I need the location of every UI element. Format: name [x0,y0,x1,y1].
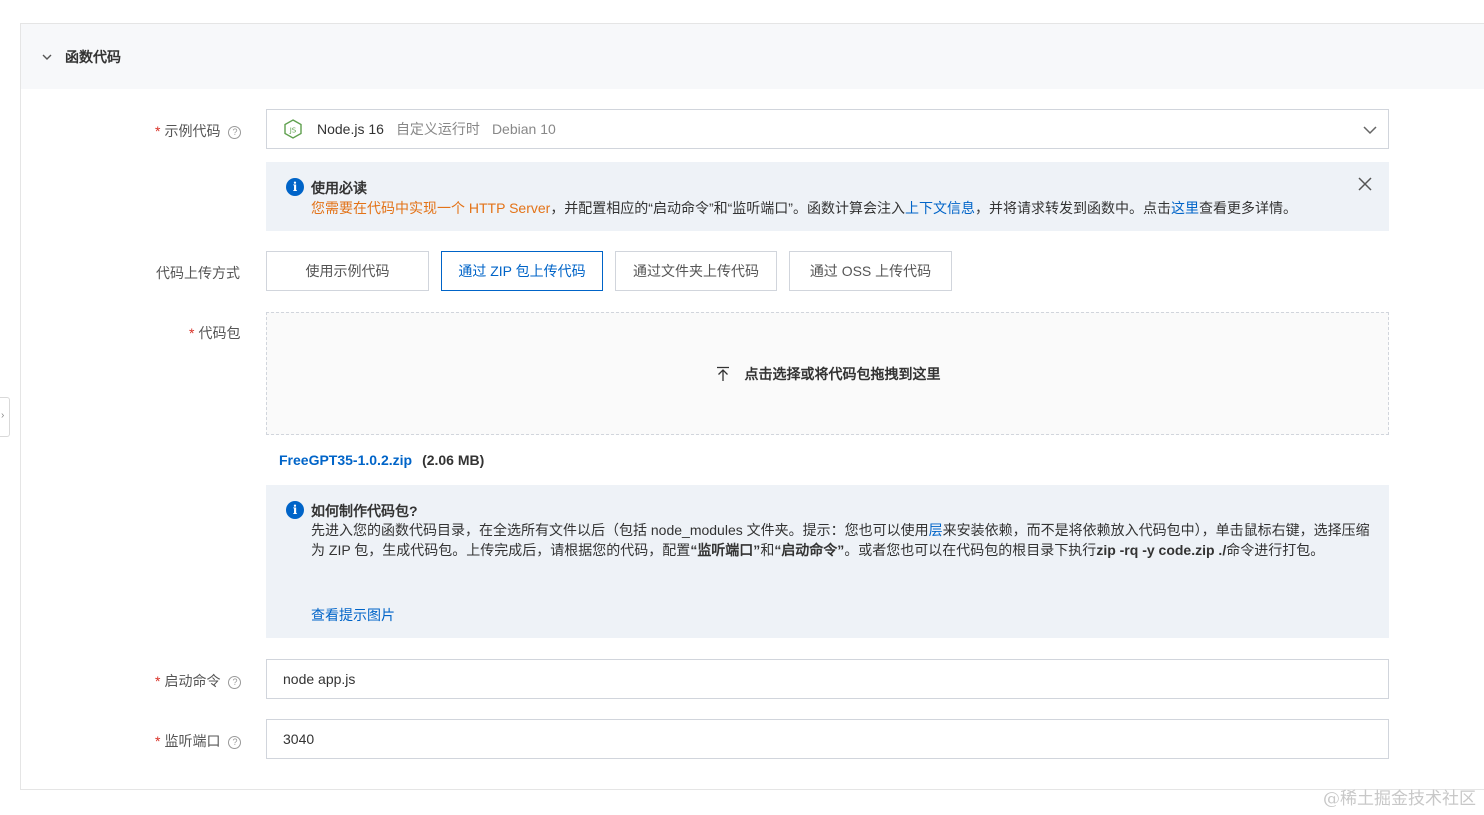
panel-header[interactable]: 函数代码 [21,24,1484,89]
help-text-5: 命令进行打包。 [1226,542,1325,558]
example-code-label: * 示例代码? [155,121,242,141]
here-link[interactable]: 这里 [1171,200,1199,216]
info-icon: i [286,501,304,519]
start-command-label-text: 启动命令 [164,673,221,689]
file-name-link[interactable]: FreeGPT35-1.0.2.zip [279,452,412,468]
listen-port-input[interactable]: 3040 [266,719,1389,759]
required-mark: * [155,733,161,749]
info-icon: i [286,178,304,196]
tab-use-example[interactable]: 使用示例代码 [266,251,429,291]
help-title: 如何制作代码包? [311,503,418,519]
listen-port-label-text: 监听端口 [164,733,221,749]
notice-highlight: 您需要在代码中实现一个 HTTP Server [311,200,551,216]
uploaded-file: FreeGPT35-1.0.2.zip (2.06 MB) [279,452,484,468]
runtime-name: Node.js 16 [317,121,384,137]
chevron-down-icon [1363,126,1377,135]
help-icon[interactable]: ? [228,126,242,139]
close-icon[interactable] [1357,176,1373,192]
notice-text-3: 查看更多详情。 [1198,200,1297,216]
help-bold-command: “启动命令” [774,542,845,558]
nodejs-icon: JS [284,119,302,139]
tab-oss-upload[interactable]: 通过 OSS 上传代码 [789,251,952,291]
example-code-label-text: 示例代码 [164,123,221,139]
example-code-select[interactable]: JS Node.js 16 自定义运行时 Debian 10 [266,109,1389,149]
watermark: @稀土掘金技术社区 [1323,789,1476,809]
notice-title: 使用必读 [311,180,367,196]
help-bold-port: “监听端口” [690,542,761,558]
runtime-os: Debian 10 [491,121,556,137]
start-command-label: * 启动命令? [155,671,242,691]
listen-port-label: * 监听端口? [155,731,242,751]
help-text-3: 和 [760,542,775,558]
start-command-input[interactable]: node app.js [266,659,1389,699]
notice-text-1: ，并配置相应的“启动命令”和“监听端口”。函数计算会注入 [550,200,905,216]
notice-body: 您需要在代码中实现一个 HTTP Server，并配置相应的“启动命令”和“监听… [311,198,1297,218]
code-package-label-text: 代码包 [198,325,241,341]
help-text-4: 。或者您也可以在代码包的根目录下执行 [844,542,1097,558]
help-icon[interactable]: ? [228,676,242,689]
help-bold-zip-command: zip -rq -y code.zip ./ [1096,542,1227,558]
context-info-link[interactable]: 上下文信息 [905,200,975,216]
help-text-1: 先进入您的函数代码目录，在全选所有文件以后（包括 node_modules 文件… [311,522,929,538]
runtime-type: 自定义运行时 [395,121,480,137]
panel-title: 函数代码 [65,48,121,65]
tab-zip-upload[interactable]: 通过 ZIP 包上传代码 [441,251,603,291]
code-package-label: * 代码包 [189,323,240,343]
file-size: (2.06 MB) [422,452,485,468]
notice-box: i 使用必读 您需要在代码中实现一个 HTTP Server，并配置相应的“启动… [266,162,1389,231]
view-tip-image-link[interactable]: 查看提示图片 [311,605,395,625]
file-dropzone[interactable]: 点击选择或将代码包拖拽到这里 [266,312,1389,435]
tab-folder-upload[interactable]: 通过文件夹上传代码 [615,251,777,291]
chevron-right-icon: › [1,410,5,421]
dropzone-text: 点击选择或将代码包拖拽到这里 [744,365,941,382]
notice-text-2: ，并将请求转发到函数中。点击 [974,200,1171,216]
help-body: 先进入您的函数代码目录，在全选所有文件以后（包括 node_modules 文件… [311,520,1371,560]
required-mark: * [155,673,161,689]
upload-icon [716,366,729,381]
upload-method-tabs: 使用示例代码 通过 ZIP 包上传代码 通过文件夹上传代码 通过 OSS 上传代… [266,251,964,291]
help-icon[interactable]: ? [228,736,242,749]
required-mark: * [155,123,161,139]
chevron-down-icon [42,54,52,60]
layer-link[interactable]: 层 [929,522,943,538]
upload-method-label: 代码上传方式 [156,265,240,281]
help-box: i 如何制作代码包? 先进入您的函数代码目录，在全选所有文件以后（包括 node… [266,485,1389,638]
side-collapse-handle[interactable]: › [0,397,10,437]
svg-text:JS: JS [289,127,297,135]
required-mark: * [189,325,195,341]
